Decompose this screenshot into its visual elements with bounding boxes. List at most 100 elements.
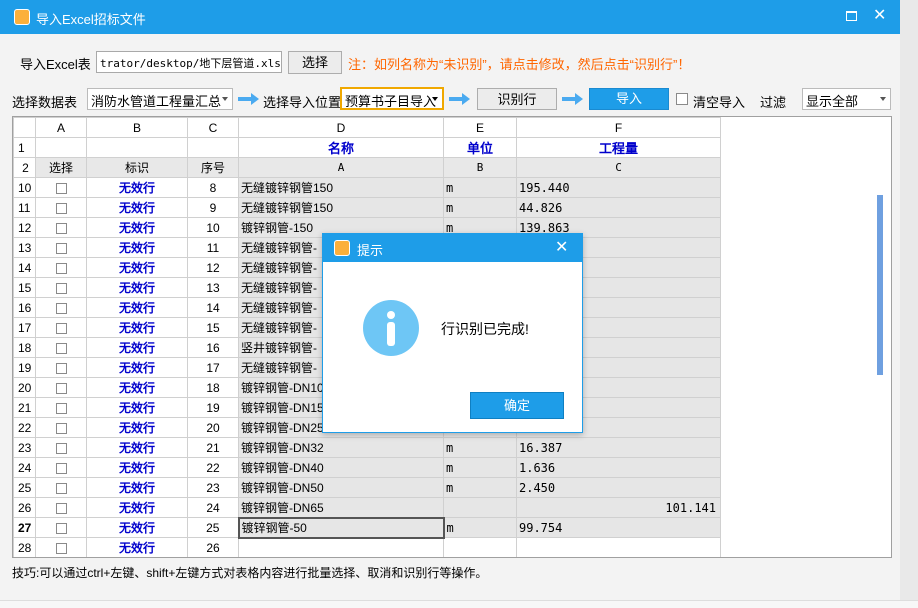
row-unit[interactable]: m [443,437,517,458]
filter-select[interactable]: 显示全部 [802,88,891,110]
column-map-b[interactable]: B [443,157,517,178]
row-checkbox[interactable] [55,202,67,214]
row-checkbox[interactable] [55,242,67,254]
ok-button[interactable]: 确定 [470,392,564,419]
row-checkbox[interactable] [55,542,67,554]
import-button[interactable]: 导入 [589,88,669,110]
row-checkbox[interactable] [55,222,67,234]
row-name[interactable]: 镀锌钢管-DN50 [238,477,444,498]
row-ident[interactable]: 无效行 [86,277,188,298]
column-header[interactable]: A [35,117,87,138]
row-checkbox[interactable] [55,442,67,454]
row-checkbox[interactable] [55,502,67,514]
table-row[interactable]: 26 无效行 24 镀锌钢管-DN65 101.141 [13,497,721,518]
file-path-input[interactable]: trator/desktop/地下层管道.xlsx [96,51,282,73]
row-unit[interactable]: m [443,457,517,478]
column-header[interactable]: C [187,117,239,138]
row-select-cell[interactable] [35,537,87,557]
column-map-c[interactable]: C [516,157,721,178]
row-checkbox[interactable] [55,282,67,294]
row-name[interactable]: 镀锌钢管-DN32 [238,437,444,458]
row-select-cell[interactable] [35,177,87,198]
row-checkbox[interactable] [55,362,67,374]
row-ident[interactable]: 无效行 [86,317,188,338]
row-unit[interactable]: m [443,517,517,538]
table-row[interactable]: 11 无效行 9 无缝镀锌钢管150 m 44.826 [13,197,721,218]
row-select-cell[interactable] [35,377,87,398]
table-row[interactable]: 25 无效行 23 镀锌钢管-DN50 m 2.450 [13,477,721,498]
row-select-cell[interactable] [35,517,87,538]
row-checkbox[interactable] [55,182,67,194]
row-select-cell[interactable] [35,497,87,518]
row-select-cell[interactable] [35,437,87,458]
row-name[interactable] [238,537,444,557]
row-select-cell[interactable] [35,357,87,378]
table-row[interactable]: 24 无效行 22 镀锌钢管-DN40 m 1.636 [13,457,721,478]
row-checkbox[interactable] [55,482,67,494]
row-qty[interactable] [516,537,721,557]
row-ident[interactable]: 无效行 [86,517,188,538]
row-ident[interactable]: 无效行 [86,457,188,478]
row-select-cell[interactable] [35,277,87,298]
row-ident[interactable]: 无效行 [86,217,188,238]
row-ident[interactable]: 无效行 [86,357,188,378]
table-row[interactable]: 27 无效行 25 镀锌钢管-50 m 99.754 [13,516,721,539]
column-map-a[interactable]: A [238,157,444,178]
row-select-cell[interactable] [35,297,87,318]
column-header[interactable]: F [516,117,721,138]
row-unit[interactable]: m [443,477,517,498]
sheet-select[interactable]: 消防水管道工程量汇总 [87,88,233,110]
row-checkbox[interactable] [55,302,67,314]
row-ident[interactable]: 无效行 [86,537,188,557]
row-checkbox[interactable] [55,422,67,434]
row-qty[interactable]: 99.754 [516,517,721,538]
choose-file-button[interactable]: 选择 [288,51,342,74]
row-name[interactable]: 镀锌钢管-50 [237,516,445,539]
row-checkbox[interactable] [55,342,67,354]
row-select-cell[interactable] [35,257,87,278]
row-select-cell[interactable] [35,317,87,338]
vertical-scrollbar[interactable] [877,195,883,375]
row-ident[interactable]: 无效行 [86,477,188,498]
row-checkbox[interactable] [55,382,67,394]
row-ident[interactable]: 无效行 [86,237,188,258]
column-header[interactable]: D [238,117,444,138]
column-header[interactable]: B [86,117,188,138]
row-name[interactable]: 镀锌钢管-DN65 [238,497,444,518]
row-select-cell[interactable] [35,457,87,478]
row-ident[interactable]: 无效行 [86,257,188,278]
row-ident[interactable]: 无效行 [86,377,188,398]
row-unit[interactable]: m [443,177,517,198]
maximize-icon[interactable] [846,11,857,21]
clear-import-checkbox[interactable] [676,93,688,105]
row-checkbox[interactable] [55,462,67,474]
row-qty[interactable]: 195.440 [516,177,721,198]
table-row[interactable]: 10 无效行 8 无缝镀锌钢管150 m 195.440 [13,177,721,198]
row-select-cell[interactable] [35,237,87,258]
row-checkbox[interactable] [55,322,67,334]
row-qty[interactable]: 44.826 [516,197,721,218]
row-ident[interactable]: 无效行 [86,437,188,458]
row-ident[interactable]: 无效行 [86,337,188,358]
row-qty[interactable]: 1.636 [516,457,721,478]
column-unit-header[interactable]: 单位 [443,137,517,158]
row-qty[interactable]: 16.387 [516,437,721,458]
row-ident[interactable]: 无效行 [86,417,188,438]
table-row[interactable]: 28 无效行 26 [13,537,721,557]
row-select-cell[interactable] [35,477,87,498]
row-select-cell[interactable] [35,397,87,418]
column-name-header[interactable]: 名称 [238,137,444,158]
import-position-select[interactable]: 预算书子目导入 [340,87,444,110]
row-ident[interactable]: 无效行 [86,197,188,218]
row-name[interactable]: 无缝镀锌钢管150 [238,177,444,198]
row-select-cell[interactable] [35,337,87,358]
row-unit[interactable] [443,537,517,557]
close-icon[interactable]: ✕ [555,237,568,257]
row-checkbox[interactable] [55,402,67,414]
row-select-cell[interactable] [35,217,87,238]
row-select-cell[interactable] [35,417,87,438]
table-row[interactable]: 23 无效行 21 镀锌钢管-DN32 m 16.387 [13,437,721,458]
row-name[interactable]: 无缝镀锌钢管150 [238,197,444,218]
close-icon[interactable]: ✕ [873,6,886,26]
row-ident[interactable]: 无效行 [86,497,188,518]
